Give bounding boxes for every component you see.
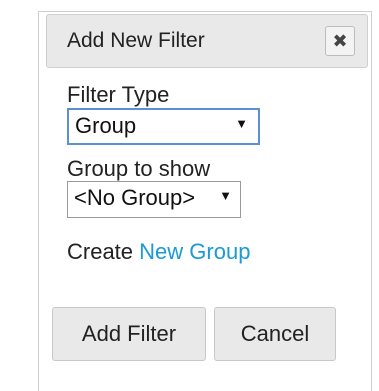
add-filter-button[interactable]: Add Filter: [52, 307, 206, 361]
dialog-title: Add New Filter: [67, 29, 205, 52]
create-prefix: Create: [67, 239, 134, 264]
group-select[interactable]: <No Group> ▼: [67, 181, 241, 218]
filter-type-label: Filter Type: [67, 82, 170, 107]
group-to-show-label: Group to show: [67, 156, 211, 181]
close-icon: ✖: [332, 30, 348, 51]
close-button[interactable]: ✖: [325, 26, 355, 56]
new-group-link[interactable]: New Group: [139, 239, 250, 264]
group-select-value: <No Group>: [74, 185, 196, 210]
chevron-down-icon: ▼: [219, 188, 232, 203]
cancel-button[interactable]: Cancel: [214, 307, 336, 361]
filter-type-select[interactable]: Group ▼: [67, 108, 260, 145]
add-filter-label: Add Filter: [81, 321, 177, 346]
dialog-titlebar: Add New Filter ✖: [46, 14, 368, 68]
create-group-row: Create New Group: [67, 239, 250, 265]
chevron-down-icon: ▼: [235, 116, 248, 131]
cancel-label: Cancel: [240, 321, 310, 346]
filter-type-value: Group: [75, 113, 137, 138]
